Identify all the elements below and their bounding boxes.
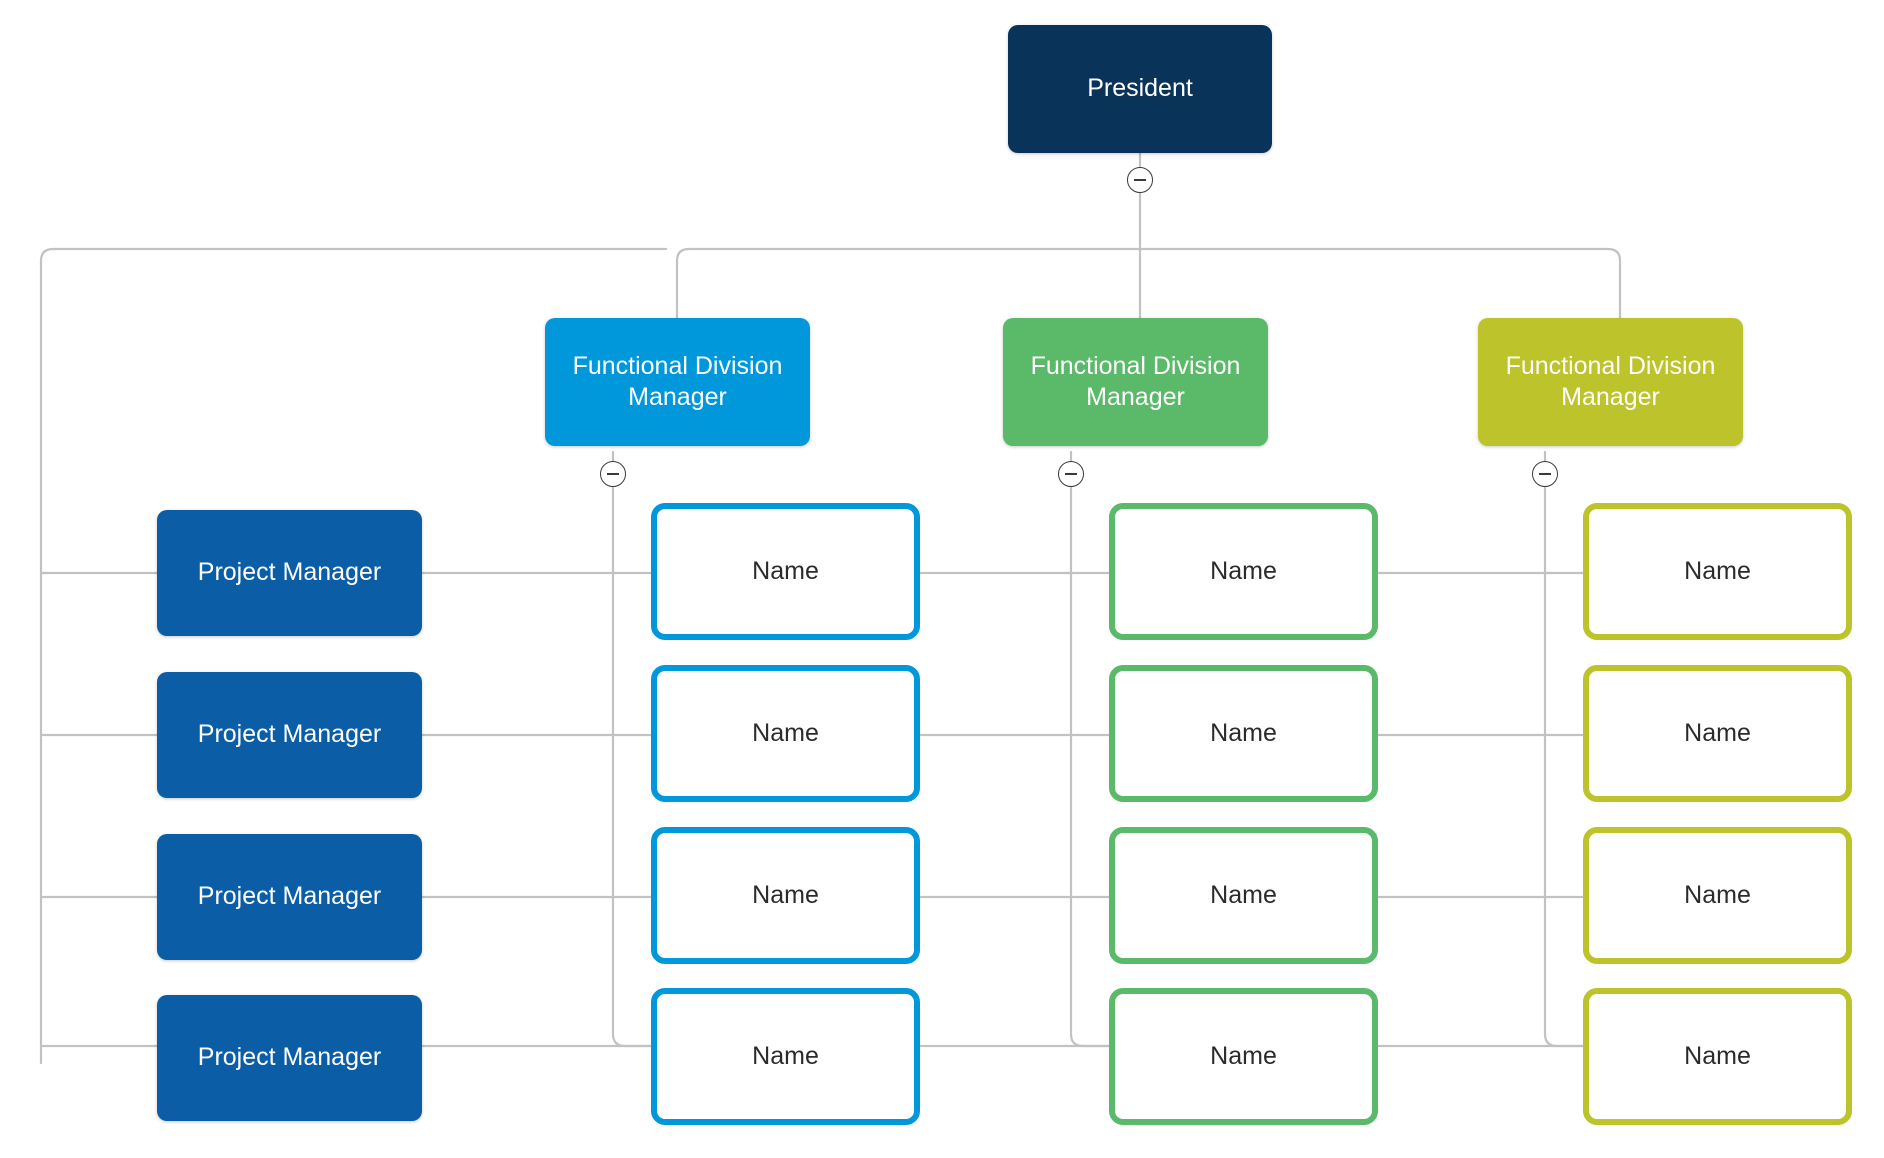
node-project-manager-4[interactable]: Project Manager — [157, 995, 422, 1121]
node-staff-3-4[interactable]: Name — [1583, 988, 1852, 1125]
connector-column-2 — [1069, 450, 1111, 1048]
node-division-manager-3-label: Functional Division Manager — [1505, 351, 1716, 412]
node-staff-2-1-label: Name — [1210, 556, 1277, 585]
node-staff-3-3[interactable]: Name — [1583, 827, 1852, 964]
node-staff-1-2-label: Name — [752, 718, 819, 747]
connector-drop-division-1 — [675, 247, 691, 263]
node-president-label: President — [1087, 74, 1193, 103]
node-staff-3-1[interactable]: Name — [1583, 503, 1852, 640]
node-project-manager-1[interactable]: Project Manager — [157, 510, 422, 636]
node-staff-2-4-label: Name — [1210, 1041, 1277, 1070]
node-staff-1-1[interactable]: Name — [651, 503, 920, 640]
node-staff-2-2[interactable]: Name — [1109, 665, 1378, 802]
connector-column-3 — [1543, 450, 1585, 1048]
node-staff-2-3[interactable]: Name — [1109, 827, 1378, 964]
node-division-manager-2[interactable]: Functional Division Manager — [1003, 318, 1268, 446]
node-project-manager-2[interactable]: Project Manager — [157, 672, 422, 798]
connector-bus-right — [686, 247, 1622, 322]
node-division-manager-3[interactable]: Functional Division Manager — [1478, 318, 1743, 446]
node-staff-2-2-label: Name — [1210, 718, 1277, 747]
node-staff-1-4-label: Name — [752, 1041, 819, 1070]
minus-glyph — [1065, 473, 1077, 475]
node-staff-3-2[interactable]: Name — [1583, 665, 1852, 802]
org-chart-canvas: President Functional Division Manager Fu… — [0, 0, 1884, 1158]
node-staff-1-3-label: Name — [752, 880, 819, 909]
node-staff-1-2[interactable]: Name — [651, 665, 920, 802]
minus-glyph — [607, 473, 619, 475]
node-project-manager-2-label: Project Manager — [197, 720, 382, 749]
minus-circle-icon-president[interactable] — [1127, 167, 1153, 193]
node-project-manager-1-label: Project Manager — [197, 558, 382, 587]
node-project-manager-3-label: Project Manager — [197, 882, 382, 911]
minus-circle-icon-division-2[interactable] — [1058, 461, 1084, 487]
minus-circle-icon-division-3[interactable] — [1532, 461, 1558, 487]
node-division-manager-1[interactable]: Functional Division Manager — [545, 318, 810, 446]
minus-circle-icon-division-1[interactable] — [600, 461, 626, 487]
node-president[interactable]: President — [1008, 25, 1272, 153]
node-staff-1-4[interactable]: Name — [651, 988, 920, 1125]
node-staff-3-1-label: Name — [1684, 556, 1751, 585]
node-division-manager-1-label: Functional Division Manager — [572, 351, 783, 412]
connector-column-1 — [611, 450, 653, 1048]
node-staff-3-3-label: Name — [1684, 880, 1751, 909]
node-staff-2-1[interactable]: Name — [1109, 503, 1378, 640]
minus-glyph — [1134, 179, 1146, 181]
node-staff-3-4-label: Name — [1684, 1041, 1751, 1070]
node-staff-2-4[interactable]: Name — [1109, 988, 1378, 1125]
node-division-manager-2-label: Functional Division Manager — [1030, 351, 1241, 412]
node-staff-2-3-label: Name — [1210, 880, 1277, 909]
node-project-manager-4-label: Project Manager — [197, 1043, 382, 1072]
node-staff-1-3[interactable]: Name — [651, 827, 920, 964]
minus-glyph — [1539, 473, 1551, 475]
node-project-manager-3[interactable]: Project Manager — [157, 834, 422, 960]
node-staff-3-2-label: Name — [1684, 718, 1751, 747]
node-staff-1-1-label: Name — [752, 556, 819, 585]
